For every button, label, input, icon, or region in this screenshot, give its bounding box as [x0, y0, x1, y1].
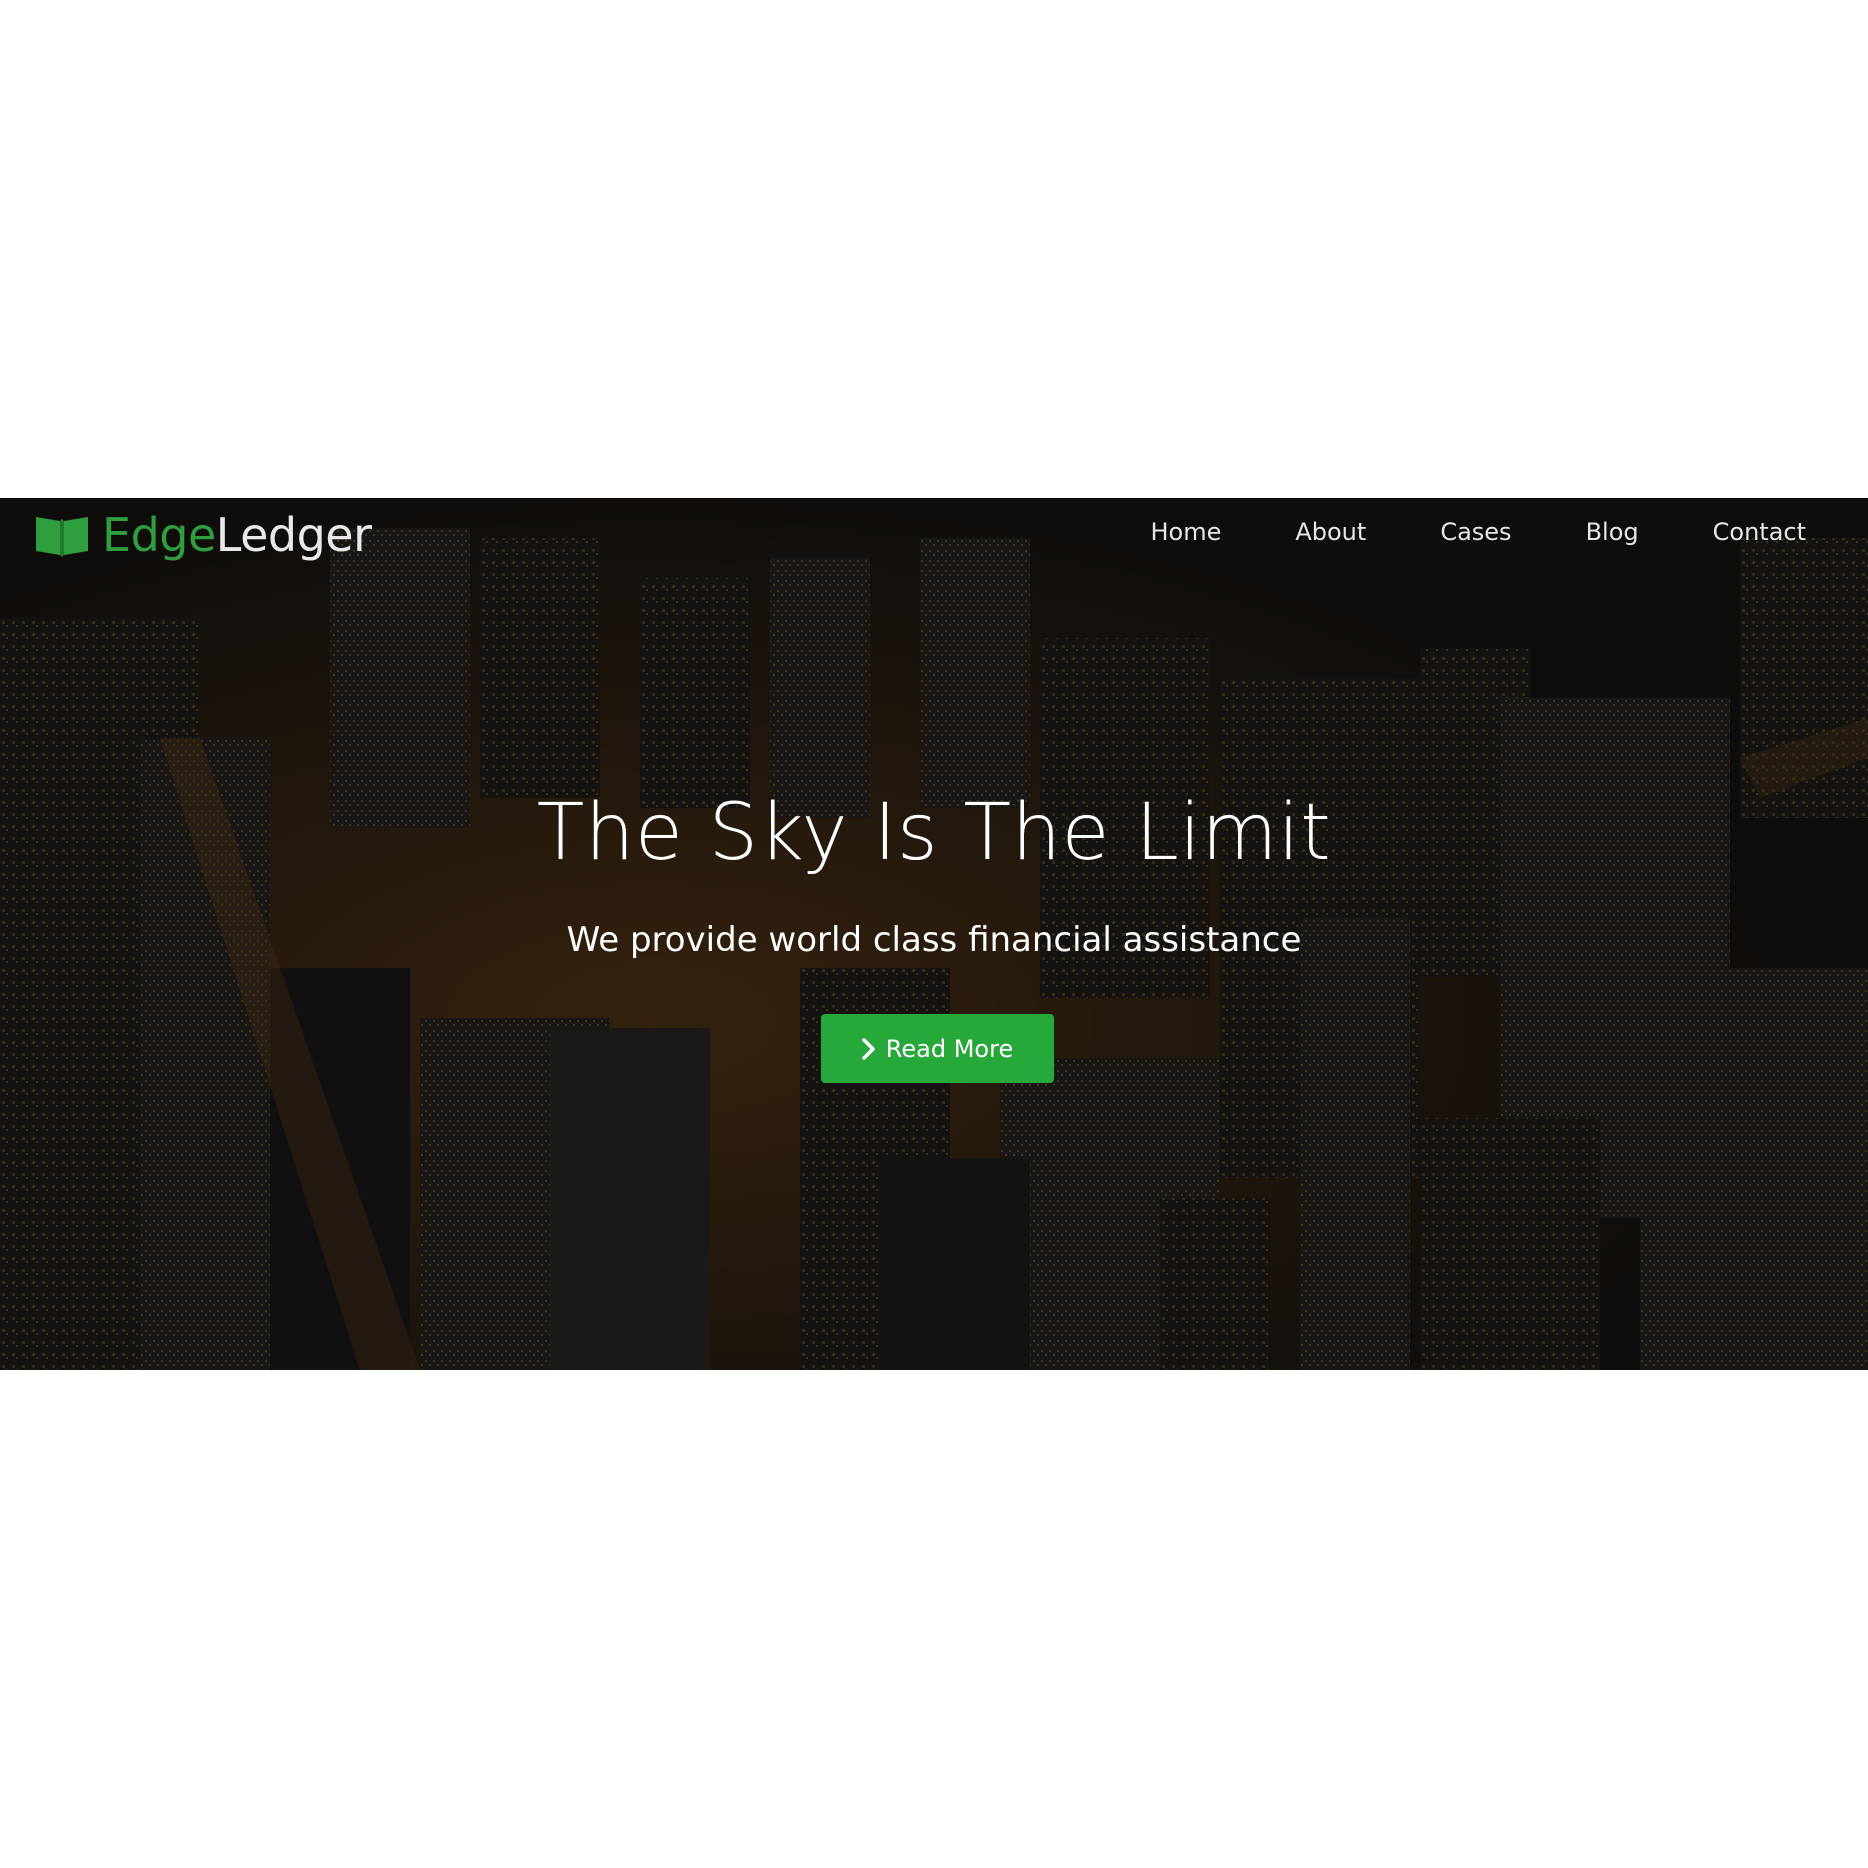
- open-book-icon: [36, 517, 88, 557]
- nav-link-home[interactable]: Home: [1150, 518, 1221, 546]
- hero-subtitle: We provide world class financial assista…: [566, 920, 1302, 960]
- page: EdgeLedger Home About Cases Blog Contact…: [0, 0, 1868, 1868]
- hero-section: EdgeLedger Home About Cases Blog Contact…: [0, 498, 1868, 1370]
- nav-link-cases[interactable]: Cases: [1440, 518, 1511, 546]
- brand-name: EdgeLedger: [102, 512, 372, 558]
- nav-link-contact[interactable]: Contact: [1713, 518, 1806, 546]
- chevron-right-icon: [862, 1037, 875, 1060]
- read-more-button[interactable]: Read More: [821, 1014, 1054, 1083]
- brand-logo[interactable]: EdgeLedger: [34, 512, 372, 558]
- brand-name-ledger: Ledger: [215, 508, 372, 562]
- nav-link-blog[interactable]: Blog: [1586, 518, 1639, 546]
- nav-link-about[interactable]: About: [1295, 518, 1366, 546]
- hero-title: The Sky Is The Limit: [536, 788, 1332, 878]
- main-nav: Home About Cases Blog Contact: [1150, 518, 1806, 546]
- brand-name-edge: Edge: [102, 508, 216, 562]
- read-more-label: Read More: [885, 1034, 1014, 1063]
